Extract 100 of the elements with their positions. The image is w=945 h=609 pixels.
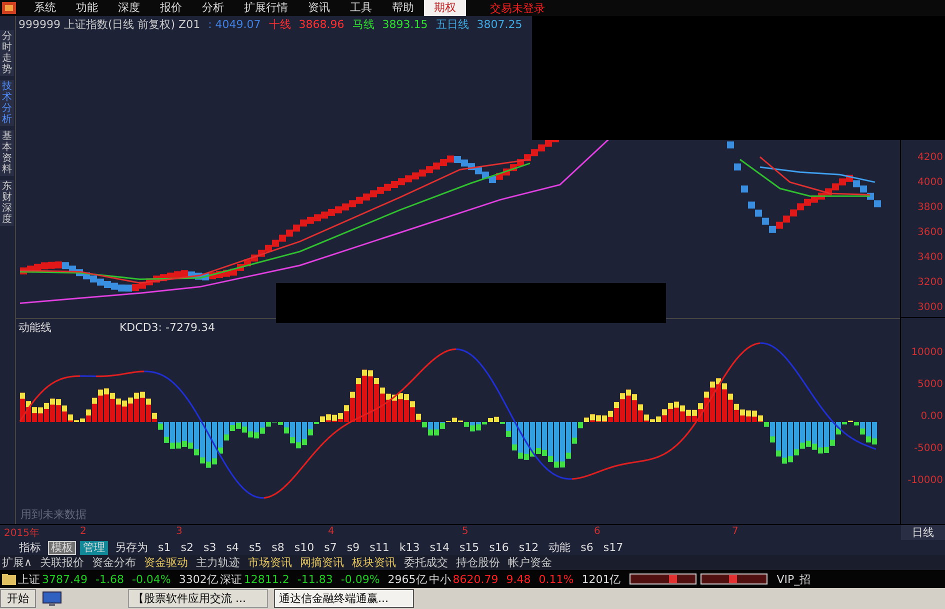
menu-item[interactable]: 资讯 — [298, 0, 340, 16]
date-label: 2 — [80, 526, 86, 538]
start-button[interactable]: 开始 — [0, 589, 36, 608]
axis-label: 3400 — [916, 251, 944, 265]
login-status: 交易未登录 — [490, 0, 545, 16]
formula-tab[interactable]: 模板 — [48, 540, 76, 555]
quick-link[interactable]: 市场资讯 — [248, 555, 292, 570]
formula-tab[interactable]: s1 — [155, 540, 174, 555]
index-percent: -0.09% — [340, 572, 380, 586]
formula-tab[interactable]: s6 — [578, 540, 596, 555]
taskbar-window-button[interactable]: 【股票软件应用交流 ... — [128, 589, 268, 608]
formula-tab[interactable]: s8 — [268, 540, 288, 555]
menu-item[interactable]: 报价 — [150, 0, 192, 16]
date-label: 7 — [732, 526, 738, 538]
menu-item[interactable]: 扩展行情 — [234, 0, 298, 16]
formula-tab[interactable]: s10 — [291, 540, 318, 555]
quick-link[interactable]: 网摘资讯 — [300, 555, 344, 570]
axis-label: 0.00 — [920, 410, 944, 424]
volume-meter-icon — [628, 573, 769, 586]
index-change: -11.83 — [297, 572, 333, 586]
axis-label: 3200 — [916, 276, 944, 290]
index-volume: 1201亿 — [582, 572, 621, 587]
menu-item[interactable]: 帮助 — [382, 0, 424, 16]
index-percent: 0.11% — [538, 572, 574, 586]
menu-item[interactable]: 深度 — [108, 0, 150, 16]
formula-tab[interactable]: s4 — [223, 540, 242, 555]
menu-item[interactable]: 期权 — [424, 0, 466, 16]
side-tab[interactable]: 技术分析 — [0, 80, 14, 126]
axis-label: 5000 — [916, 378, 944, 392]
index-price: 12811.2 — [244, 572, 290, 586]
line-legend-value: 3807.25 — [476, 18, 522, 30]
axis-label: 4000 — [916, 176, 944, 190]
quick-link[interactable]: 持仓股份 — [456, 555, 500, 570]
index-volume: 3302亿 — [178, 572, 218, 587]
date-label: 3 — [176, 526, 182, 538]
index-change: 9.48 — [506, 572, 531, 586]
index-price: 8620.79 — [452, 572, 498, 586]
formula-tab[interactable]: 动能 — [546, 540, 574, 555]
quick-link[interactable]: 资金驱动 — [144, 555, 188, 570]
monitor-icon[interactable] — [42, 590, 62, 607]
date-label: 2015年 — [4, 527, 40, 540]
quick-link[interactable]: 扩展∧ — [2, 555, 32, 570]
formula-tab[interactable]: s2 — [178, 540, 196, 555]
line-legend-value: 3893.15 — [382, 18, 428, 30]
date-label: 6 — [594, 526, 600, 538]
folder-icon — [2, 574, 16, 585]
side-tab[interactable]: 基本资料 — [0, 130, 14, 176]
quick-link[interactable]: 帐户资金 — [508, 555, 552, 570]
formula-tab[interactable]: s7 — [321, 540, 340, 555]
date-label: 5 — [462, 526, 468, 538]
side-tab[interactable]: 东财深度 — [0, 180, 14, 226]
formula-tab[interactable]: s15 — [456, 540, 482, 555]
axis-label: 3600 — [916, 226, 944, 240]
quick-link[interactable]: 委托成交 — [404, 555, 448, 570]
indicator-name: 动能线 — [18, 320, 52, 334]
quick-link[interactable]: 板块资讯 — [352, 555, 396, 570]
index-percent: -0.04% — [132, 572, 171, 586]
period-label: 日线 — [901, 525, 945, 540]
formula-tab[interactable]: s11 — [366, 540, 392, 555]
date-label: 4 — [328, 526, 334, 538]
index-change: -1.68 — [96, 572, 124, 586]
index-name: 上证 — [18, 572, 40, 587]
indicator-reading: KDCD3: -7279.34 — [119, 320, 215, 334]
chart-title: 999999 上证指数(日线 前复权) Z01 — [18, 16, 200, 32]
axis-label: -5000 — [912, 442, 944, 456]
side-tab[interactable]: 分时走势 — [0, 30, 14, 76]
formula-tab[interactable]: s9 — [344, 540, 363, 555]
index-name: 深证 — [220, 572, 242, 587]
formula-tab[interactable]: s14 — [426, 540, 452, 555]
quick-link[interactable]: 资金分布 — [92, 555, 136, 570]
menu-item[interactable]: 分析 — [192, 0, 234, 16]
price-value: : 4049.07 — [208, 18, 261, 30]
line-legend-value: 3868.96 — [298, 18, 344, 30]
axis-label: 3800 — [916, 201, 944, 215]
formula-tab[interactable]: s16 — [486, 540, 512, 555]
line-legend-label: 五日线 — [436, 16, 469, 32]
formula-tab[interactable]: s3 — [200, 540, 220, 555]
formula-tab[interactable]: s5 — [246, 540, 265, 555]
axis-label: 10000 — [910, 346, 944, 360]
axis-label: 4200 — [916, 151, 944, 165]
menu-item[interactable]: 系统 — [24, 0, 66, 16]
formula-tab[interactable]: s12 — [516, 540, 542, 555]
quick-link[interactable]: 关联报价 — [40, 555, 84, 570]
menu-item[interactable]: 功能 — [66, 0, 108, 16]
vip-label: VIP_招 — [776, 572, 811, 587]
axis-label: 3000 — [916, 301, 944, 315]
line-legend-label: 十线 — [268, 16, 291, 32]
axis-label: -10000 — [906, 474, 944, 488]
formula-tab[interactable]: 指标 — [16, 540, 44, 555]
formula-tab[interactable]: 另存为 — [112, 540, 151, 555]
formula-tab[interactable]: k13 — [396, 540, 423, 555]
app-logo-icon — [2, 2, 16, 14]
taskbar-window-button[interactable]: 通达信金融终端通赢... — [274, 589, 414, 608]
menu-item[interactable]: 工具 — [340, 0, 382, 16]
index-price: 3787.49 — [42, 572, 88, 586]
index-name: 中小 — [428, 572, 451, 587]
index-volume: 2965亿 — [388, 572, 427, 587]
line-legend-label: 马线 — [352, 16, 374, 32]
formula-tab[interactable]: s17 — [600, 540, 626, 555]
quick-link[interactable]: 主力轨迹 — [196, 555, 240, 570]
